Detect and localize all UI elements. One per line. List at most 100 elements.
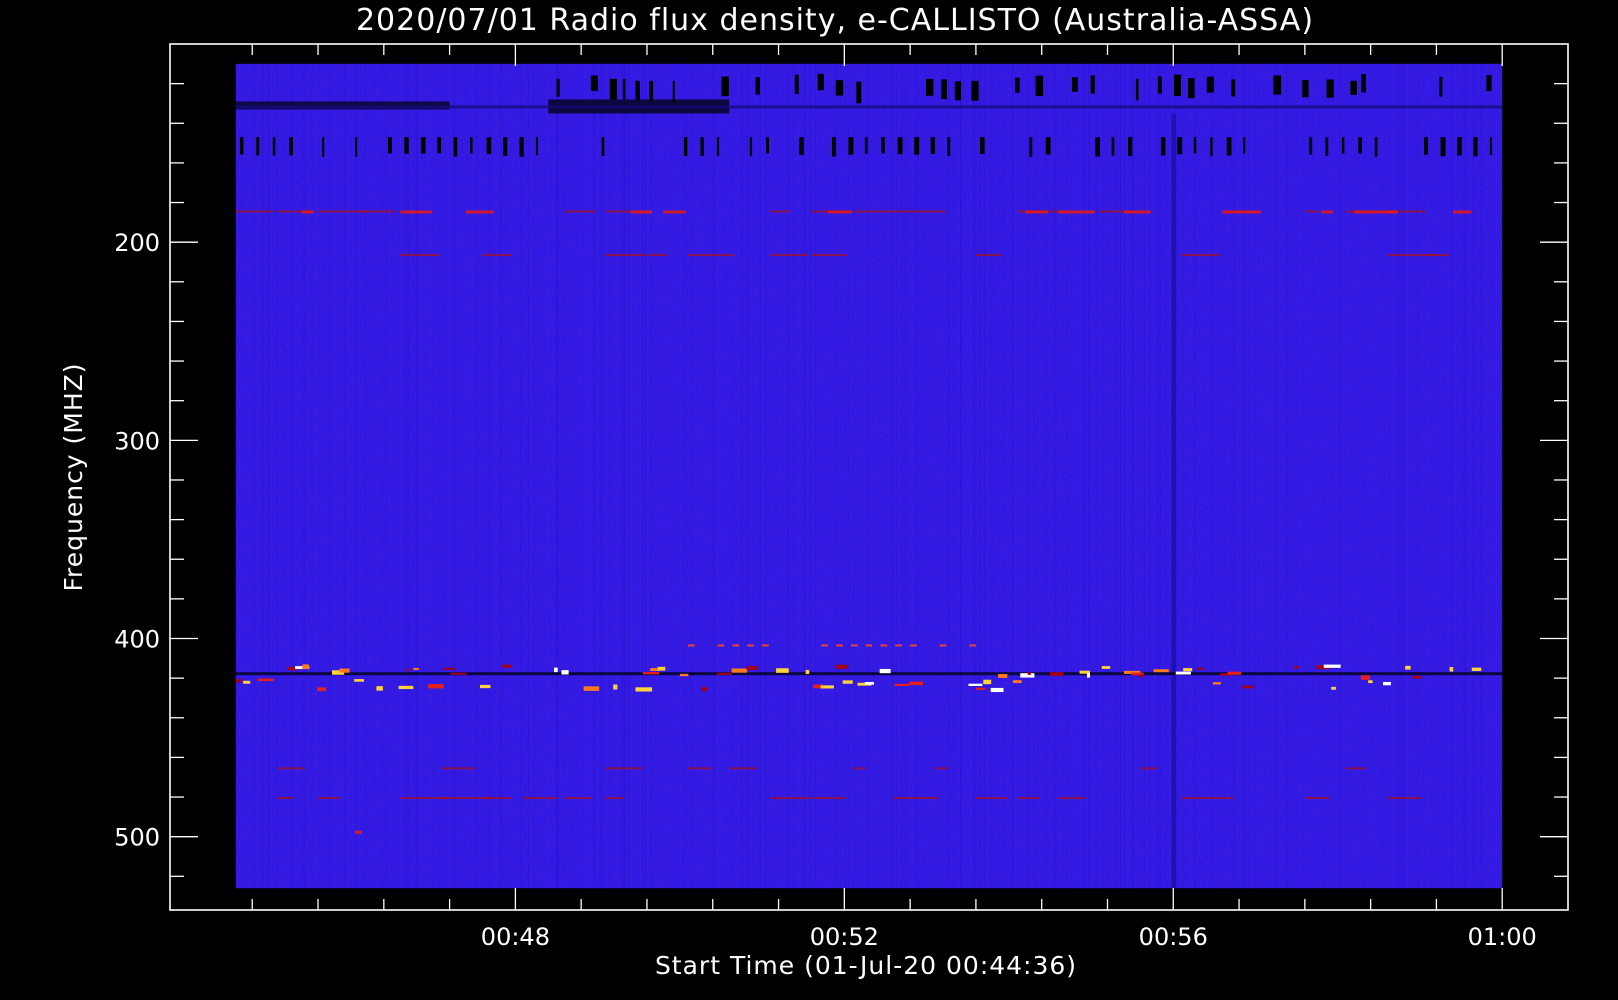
emission-segment <box>257 678 274 682</box>
noise-stripe <box>944 63 946 889</box>
burst-mark <box>535 137 539 156</box>
emission-segment <box>864 681 874 685</box>
emission-segment <box>1138 674 1144 677</box>
noise-stripe <box>995 63 997 889</box>
noise-stripe <box>1465 63 1467 889</box>
emission-segment <box>1405 665 1411 670</box>
emission-segment <box>1321 210 1333 214</box>
noise-stripe <box>1276 63 1278 889</box>
burst-mark <box>272 137 276 156</box>
noise-stripe <box>453 63 455 889</box>
noise-stripe <box>975 63 977 889</box>
burst-mark <box>1090 75 1095 94</box>
emission-segment <box>302 664 309 670</box>
noise-stripe <box>1241 63 1243 889</box>
noise-stripe <box>1496 63 1498 889</box>
noise-stripe <box>971 63 973 889</box>
noise-stripe <box>276 63 278 889</box>
noise-stripe <box>1088 63 1090 889</box>
emission-segment <box>1058 210 1095 214</box>
emission-segment <box>354 679 365 682</box>
emission-segment <box>398 685 414 690</box>
emission-segment <box>880 644 888 647</box>
noise-stripe <box>253 63 255 889</box>
emission-segment <box>934 767 949 770</box>
noise-stripe <box>648 63 650 889</box>
emission-segment <box>450 672 467 675</box>
noise-stripe <box>1455 63 1457 889</box>
emission-segment <box>910 644 917 647</box>
emission-segment <box>895 644 902 647</box>
burst-mark <box>721 76 729 97</box>
emission-segment <box>909 681 923 686</box>
burst-mark <box>897 137 903 155</box>
noise-stripe <box>624 63 626 889</box>
emission-segment <box>1140 767 1158 770</box>
burst-mark <box>1273 75 1282 95</box>
emission-segment <box>1323 664 1341 668</box>
burst-mark <box>1160 137 1166 156</box>
burst-mark <box>848 137 854 155</box>
emission-segment <box>635 687 653 692</box>
emission-segment <box>443 667 455 670</box>
burst-mark <box>556 78 560 97</box>
noise-stripe <box>804 63 806 889</box>
emission-segment <box>400 210 433 214</box>
emission-segment <box>688 767 713 770</box>
noise-stripe <box>642 63 644 889</box>
noise-stripe <box>746 63 748 889</box>
noise-stripe <box>1110 63 1112 889</box>
noise-stripe <box>785 63 787 889</box>
noise-stripe <box>765 63 767 889</box>
noise-stripe <box>297 63 299 889</box>
emission-segment <box>1387 210 1399 214</box>
noise-stripe <box>431 63 433 889</box>
emission-segment <box>939 644 947 647</box>
noise-stripe <box>814 63 816 889</box>
burst-mark <box>601 137 605 157</box>
noise-stripe <box>1402 63 1404 889</box>
noise-stripe <box>753 63 755 889</box>
emission-segment <box>805 669 810 675</box>
noise-stripe <box>1200 63 1202 889</box>
y-axis-label: Frequency (MHZ) <box>59 362 88 591</box>
emission-segment <box>502 664 512 668</box>
noise-stripe <box>690 63 692 889</box>
burst-mark <box>437 137 442 154</box>
burst-mark <box>1308 137 1313 155</box>
noise-stripe <box>545 63 547 889</box>
emission-segment <box>975 797 1008 800</box>
emission-segment <box>746 665 759 671</box>
noise-stripe <box>727 63 729 889</box>
emission-segment <box>235 679 243 683</box>
emission-segment <box>1012 680 1022 684</box>
noise-stripe <box>1339 63 1341 889</box>
emission-segment <box>301 210 314 214</box>
emission-segment <box>355 830 363 834</box>
noise-stripe <box>1115 63 1117 889</box>
noise-stripe <box>966 63 968 889</box>
noise-stripe <box>346 63 348 889</box>
noise-stripe <box>1086 63 1088 889</box>
noise-stripe <box>1006 63 1008 889</box>
emission-segment <box>850 644 858 647</box>
noise-stripe <box>683 63 685 889</box>
burst-mark <box>1188 78 1195 99</box>
emission-segment <box>1027 672 1031 675</box>
noise-stripe <box>436 63 438 889</box>
noise-stripe <box>1427 63 1429 889</box>
burst-mark <box>239 137 244 155</box>
burst-mark <box>1325 137 1329 156</box>
noise-stripe <box>972 63 974 889</box>
noise-stripe <box>546 63 548 889</box>
noise-stripe <box>1072 63 1074 889</box>
burst-mark <box>1226 137 1232 156</box>
emission-segment <box>276 767 305 770</box>
y-tick-label: 500 <box>114 824 160 852</box>
noise-stripe <box>356 63 358 889</box>
burst-mark <box>1177 137 1183 155</box>
noise-stripe <box>1131 63 1133 889</box>
noise-stripe <box>1080 63 1082 889</box>
noise-stripe <box>1125 63 1127 889</box>
y-tick-label: 400 <box>114 626 160 654</box>
